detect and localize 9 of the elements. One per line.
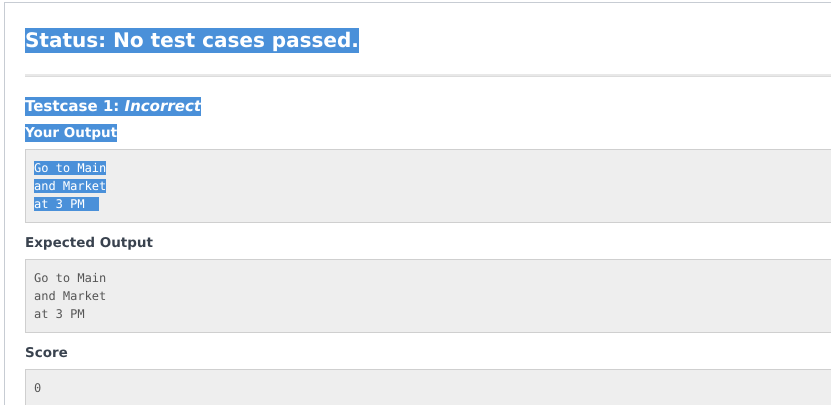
section-label: Expected Output [25,234,153,252]
section-label: Your Output [25,124,118,142]
section-label: Score [25,344,68,362]
testcase-heading: Testcase 1: Incorrect [25,97,202,116]
output-line: Go to Main [34,271,106,285]
output-line: and Market [34,289,106,303]
output-line: at 3 PM [34,307,85,321]
status-heading: Status: No test cases passed. [25,28,359,53]
output-line: 0 [34,381,42,395]
